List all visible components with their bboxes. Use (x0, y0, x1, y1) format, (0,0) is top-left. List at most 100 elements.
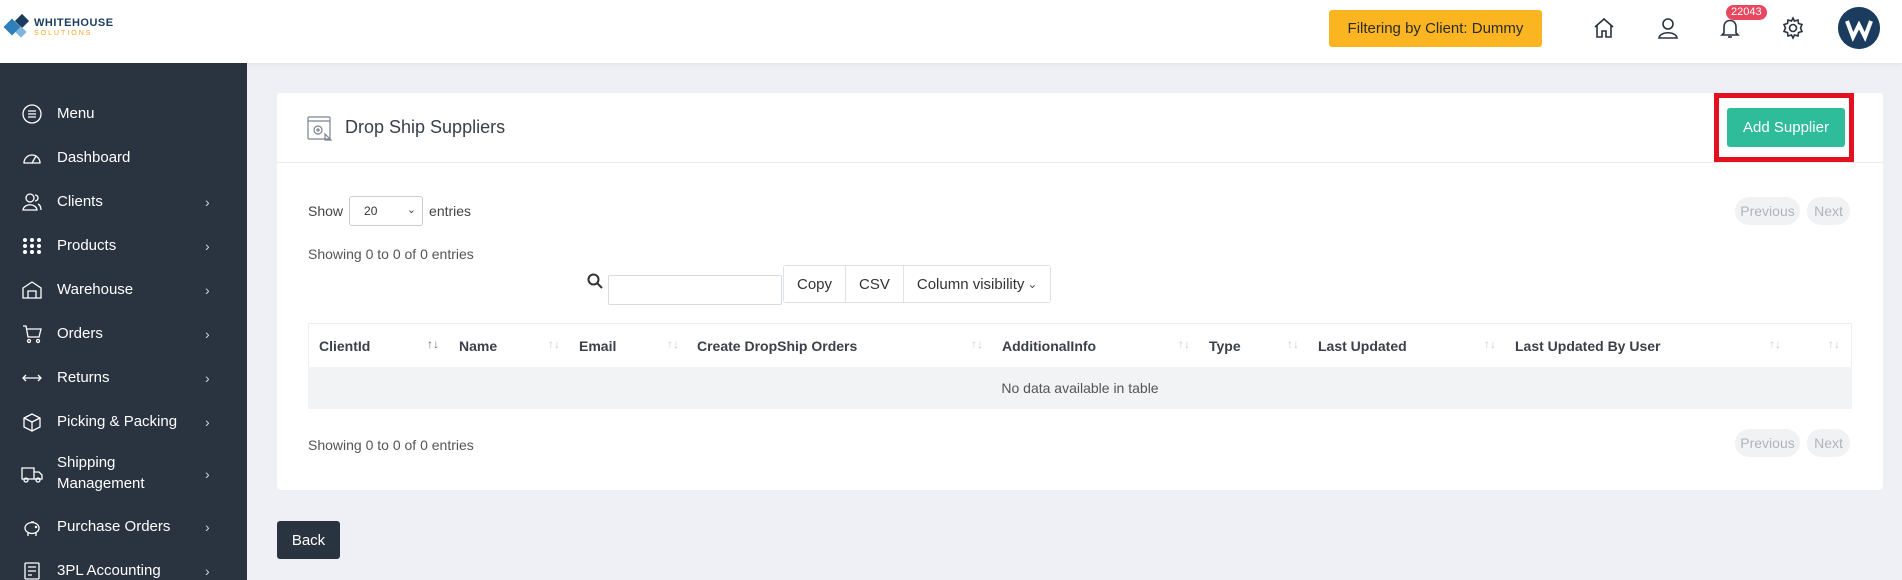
sidebar-item-products[interactable]: Products › (0, 228, 247, 264)
previous-page-button-bottom[interactable]: Previous (1735, 429, 1800, 457)
chevron-right-icon: › (205, 563, 210, 579)
search-icon (587, 273, 603, 294)
sidebar-item-picking-packing[interactable]: Picking & Packing › (0, 404, 247, 440)
sidebar-item-label: Picking & Packing (57, 413, 178, 430)
chevron-right-icon: › (205, 238, 210, 254)
back-button[interactable]: Back (277, 521, 340, 559)
sort-icon: ↑↓ (971, 337, 983, 351)
card-header: Drop Ship Suppliers (277, 93, 1883, 163)
sidebar-item-dashboard[interactable]: Dashboard (0, 140, 247, 176)
chevron-right-icon: › (205, 519, 210, 535)
sidebar-item-purchase-orders[interactable]: Purchase Orders › (0, 509, 247, 545)
sidebar-item-3pl-accounting[interactable]: 3PL Accounting › (0, 553, 247, 580)
chevron-down-icon: ⌄ (1027, 277, 1038, 291)
sidebar-item-label: Warehouse (57, 281, 134, 298)
accounting-icon (20, 559, 44, 580)
column-header-clientid[interactable]: ClientId (319, 324, 370, 368)
cart-icon (20, 322, 44, 346)
sidebar-item-label: Shipping (57, 454, 116, 471)
menu-icon (20, 102, 44, 126)
add-supplier-button[interactable]: Add Supplier (1727, 108, 1845, 147)
chevron-right-icon: › (205, 326, 210, 342)
sidebar-item-warehouse[interactable]: Warehouse › (0, 272, 247, 308)
csv-button[interactable]: CSV (846, 266, 904, 302)
column-header-last-updated[interactable]: Last Updated (1318, 324, 1407, 368)
chevron-right-icon: › (205, 466, 210, 482)
sort-icon: ↑↓ (1484, 337, 1496, 351)
home-icon[interactable] (1590, 14, 1618, 42)
export-button-group: Copy CSV Column visibility ⌄ (783, 265, 1052, 303)
previous-page-button[interactable]: Previous (1735, 197, 1800, 225)
supplier-page-icon (307, 116, 333, 142)
page-length-control: Show 20 ⌄ entries (308, 196, 471, 226)
column-header-additionalinfo[interactable]: AdditionalInfo (1002, 324, 1096, 368)
next-page-button-bottom[interactable]: Next (1807, 429, 1850, 457)
table-header-row: ClientId ↑↓ Name ↑↓ Email ↑↓ Create Drop… (308, 323, 1852, 367)
grid-icon (20, 234, 44, 258)
clients-icon (20, 190, 44, 214)
app-logo[interactable]: WHITEHOUSE SOLUTIONS (3, 13, 114, 40)
search-input[interactable] (608, 275, 782, 305)
user-icon[interactable] (1654, 14, 1682, 42)
sidebar-item-label: Products (57, 237, 117, 254)
page-size-value: 20 (364, 204, 378, 218)
sidebar-item-label: Dashboard (57, 149, 131, 166)
top-header: WHITEHOUSE SOLUTIONS Filtering by Client… (0, 0, 1902, 63)
sidebar-item-label: 3PL Accounting (57, 562, 161, 579)
table-info-top: Showing 0 to 0 of 0 entries (308, 246, 474, 262)
avatar[interactable] (1838, 7, 1880, 49)
sidebar-item-orders[interactable]: Orders › (0, 316, 247, 352)
chevron-right-icon: › (205, 414, 210, 430)
sidebar-item-shipping-management[interactable]: Shipping Management › (0, 449, 247, 499)
piggy-bank-icon (20, 515, 44, 539)
sort-icon: ↑↓ (1287, 337, 1299, 351)
truck-icon (20, 462, 44, 486)
chevron-right-icon: › (205, 370, 210, 386)
empty-table-message: No data available in table (308, 367, 1852, 409)
sort-asc-icon: ↑↓ (427, 337, 439, 351)
sort-icon: ↑↓ (548, 337, 560, 351)
entries-label: entries (429, 203, 472, 219)
suppliers-card: Drop Ship Suppliers Add Supplier Show 20… (277, 93, 1883, 490)
logo-mark (3, 13, 30, 40)
sort-icon: ↑↓ (1769, 337, 1781, 351)
chevron-down-icon: ⌄ (406, 204, 417, 216)
sidebar-item-label: Purchase Orders (57, 518, 171, 535)
column-header-email[interactable]: Email (579, 324, 616, 368)
logo-text-secondary: SOLUTIONS (34, 29, 93, 37)
chevron-right-icon: › (205, 194, 210, 210)
warehouse-icon (20, 278, 44, 302)
sidebar-item-label: Returns (57, 369, 110, 386)
page-title: Drop Ship Suppliers (345, 117, 506, 137)
chevron-right-icon: › (205, 282, 210, 298)
client-filter-badge[interactable]: Filtering by Client: Dummy (1329, 10, 1542, 47)
sort-icon: ↑↓ (1178, 337, 1190, 351)
sidebar-item-label: Orders (57, 325, 103, 342)
next-page-button[interactable]: Next (1807, 197, 1850, 225)
column-visibility-label: Column visibility (916, 275, 1025, 293)
returns-icon (20, 366, 44, 390)
sidebar-item-clients[interactable]: Clients › (0, 184, 247, 220)
sidebar-item-returns[interactable]: Returns › (0, 360, 247, 396)
page-size-select[interactable]: 20 ⌄ (349, 196, 424, 226)
column-header-last-updated-by-user[interactable]: Last Updated By User (1515, 324, 1660, 368)
logo-text-primary: WHITEHOUSE (34, 16, 114, 29)
column-visibility-button[interactable]: Column visibility ⌄ (903, 266, 1051, 302)
column-header-name[interactable]: Name (459, 324, 497, 368)
notification-count-badge: 22043 (1726, 5, 1767, 20)
sidebar-item-label: Menu (57, 105, 95, 122)
sidebar-item-menu[interactable]: Menu (0, 96, 247, 132)
show-label: Show (308, 203, 344, 219)
sidebar-item-label: Clients (57, 193, 103, 210)
dashboard-icon (20, 146, 44, 170)
sort-icon: ↑↓ (667, 337, 679, 351)
sort-icon: ↑↓ (1828, 337, 1840, 351)
sidebar: Menu Dashboard Clients › Products › Ware… (0, 63, 247, 580)
table-info-bottom: Showing 0 to 0 of 0 entries (308, 437, 474, 453)
gear-icon[interactable] (1779, 14, 1807, 42)
suppliers-table: ClientId ↑↓ Name ↑↓ Email ↑↓ Create Drop… (308, 323, 1852, 409)
column-header-type[interactable]: Type (1209, 324, 1241, 368)
copy-button[interactable]: Copy (784, 266, 847, 302)
column-header-create-dropship-orders[interactable]: Create DropShip Orders (697, 324, 857, 368)
sidebar-item-label-line2: Management (57, 475, 145, 492)
